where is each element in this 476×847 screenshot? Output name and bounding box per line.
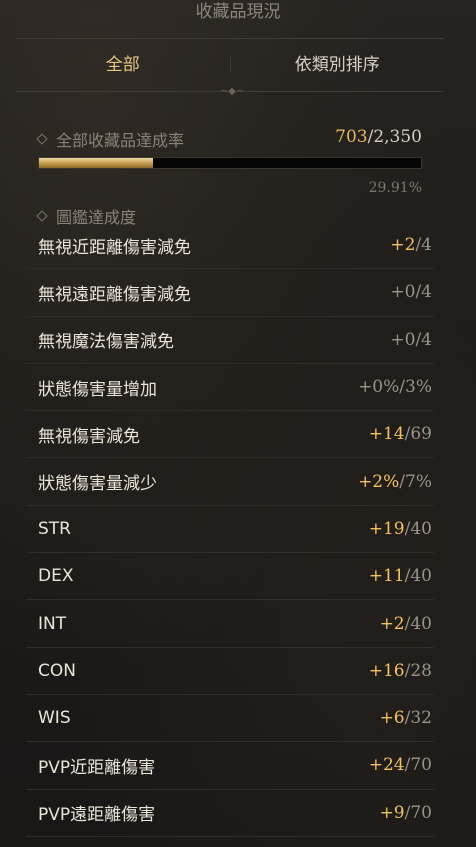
page-title: 收藏品現況 bbox=[195, 2, 281, 22]
stat-value: +0%/3% bbox=[358, 377, 432, 397]
achievement-progress-fill bbox=[39, 158, 154, 168]
total-count: 703/2,350 bbox=[335, 127, 422, 147]
total-achievement-label: 全部收藏品達成率 bbox=[56, 131, 185, 150]
stat-max: 4 bbox=[421, 329, 432, 350]
stat-name: DEX bbox=[38, 566, 74, 587]
stat-row: 無視遠距離傷害減免 +0/4 bbox=[26, 269, 434, 317]
stat-name: 無視近距離傷害減免 bbox=[38, 237, 191, 258]
stat-row: 無視魔法傷害減免 +0/4 bbox=[26, 317, 434, 364]
stat-bonus: +0% bbox=[358, 377, 400, 398]
tab-by-category[interactable]: 依類別排序 bbox=[231, 39, 445, 91]
stat-row: 無視近距離傷害減免 +2/4 bbox=[26, 222, 434, 270]
stat-name: 無視傷害減免 bbox=[38, 426, 140, 447]
stat-name: 狀態傷害量減少 bbox=[38, 474, 157, 495]
stat-list[interactable]: 無視近距離傷害減免 +2/4 無視遠距離傷害減免 +0/4 無視魔法傷害減免 +0/4 狀態… bbox=[26, 222, 434, 837]
achievement-percent: 29.91% bbox=[368, 180, 422, 196]
stat-bonus: +24 bbox=[368, 755, 405, 776]
stat-name: 無視遠距離傷害減免 bbox=[38, 284, 191, 305]
total-max: 2,350 bbox=[373, 127, 422, 147]
stat-value: +11/40 bbox=[369, 566, 432, 586]
stat-name: WIS bbox=[38, 708, 71, 729]
tab-all[interactable]: 全部 bbox=[16, 39, 230, 91]
diamond-icon bbox=[36, 210, 48, 222]
stat-bonus: +0 bbox=[390, 329, 416, 350]
stat-name: 無視魔法傷害減免 bbox=[38, 332, 174, 353]
achievement-progress-bar bbox=[38, 157, 422, 169]
stat-row: 狀態傷害量增加 +0%/3% bbox=[26, 364, 434, 412]
stat-row: STR +19/40 bbox=[26, 506, 434, 554]
stat-bonus: +2 bbox=[379, 613, 405, 634]
stat-name: STR bbox=[38, 518, 71, 539]
stat-bonus: +6 bbox=[379, 708, 405, 729]
stat-value: +6/32 bbox=[380, 708, 432, 728]
total-achievement-header: 全部收藏品達成率 bbox=[36, 127, 185, 151]
stat-value: +0/4 bbox=[390, 282, 432, 302]
stat-row: INT +2/40 bbox=[26, 600, 434, 648]
stat-row: PVP近距離傷害 +24/70 bbox=[26, 742, 434, 790]
stat-name: PVP遠距離傷害 bbox=[38, 805, 156, 826]
stat-value: +14/69 bbox=[369, 424, 432, 444]
stat-value: +2/40 bbox=[380, 614, 432, 634]
stat-bonus: +14 bbox=[368, 424, 405, 445]
stat-bonus: +9 bbox=[379, 802, 405, 823]
diamond-icon bbox=[36, 133, 48, 145]
stat-bonus: +19 bbox=[368, 518, 405, 539]
tab-bar: 全部 依類別排序 bbox=[16, 38, 444, 92]
stat-bonus: +0 bbox=[390, 282, 416, 303]
stat-max: 40 bbox=[410, 566, 432, 587]
stat-bonus: +16 bbox=[368, 660, 405, 681]
stat-name: PVP近距離傷害 bbox=[38, 757, 156, 778]
stat-row: 無視傷害減免 +14/69 bbox=[26, 411, 434, 459]
stat-value: +16/28 bbox=[369, 661, 432, 681]
stat-value: +24/70 bbox=[369, 755, 432, 775]
stat-value: +2/4 bbox=[390, 235, 432, 255]
stat-max: 4 bbox=[421, 282, 432, 303]
stat-value: +19/40 bbox=[369, 519, 432, 539]
total-current: 703 bbox=[335, 127, 368, 147]
stat-max: 4 bbox=[421, 235, 432, 256]
stat-name: INT bbox=[38, 613, 67, 634]
stat-max: 70 bbox=[410, 755, 432, 776]
stat-row: DEX +11/40 bbox=[26, 553, 434, 601]
stat-row: 狀態傷害量減少 +2%/7% bbox=[26, 458, 434, 506]
stat-value: +2%/7% bbox=[358, 472, 432, 492]
stat-row: CON +16/28 bbox=[26, 648, 434, 695]
stat-max: 40 bbox=[410, 518, 432, 539]
stat-name: CON bbox=[38, 660, 76, 681]
stat-bonus: +11 bbox=[368, 566, 405, 587]
stat-max: 3% bbox=[405, 377, 432, 398]
stat-bonus: +2 bbox=[390, 235, 416, 256]
stat-max: 69 bbox=[410, 424, 432, 445]
stat-max: 28 bbox=[410, 660, 432, 681]
ornament-divider: ~◆~ bbox=[219, 86, 245, 97]
stat-max: 7% bbox=[405, 471, 432, 492]
stat-bonus: +2% bbox=[358, 471, 400, 492]
stat-name: 狀態傷害量增加 bbox=[38, 379, 157, 400]
stat-row: WIS +6/32 bbox=[26, 695, 434, 743]
stat-value: +0/4 bbox=[390, 330, 432, 350]
stat-row: PVP遠距離傷害 +9/70 bbox=[26, 790, 434, 837]
stat-value: +9/70 bbox=[380, 803, 432, 823]
stat-max: 70 bbox=[410, 802, 432, 823]
stat-max: 32 bbox=[410, 708, 432, 729]
stat-max: 40 bbox=[410, 613, 432, 634]
